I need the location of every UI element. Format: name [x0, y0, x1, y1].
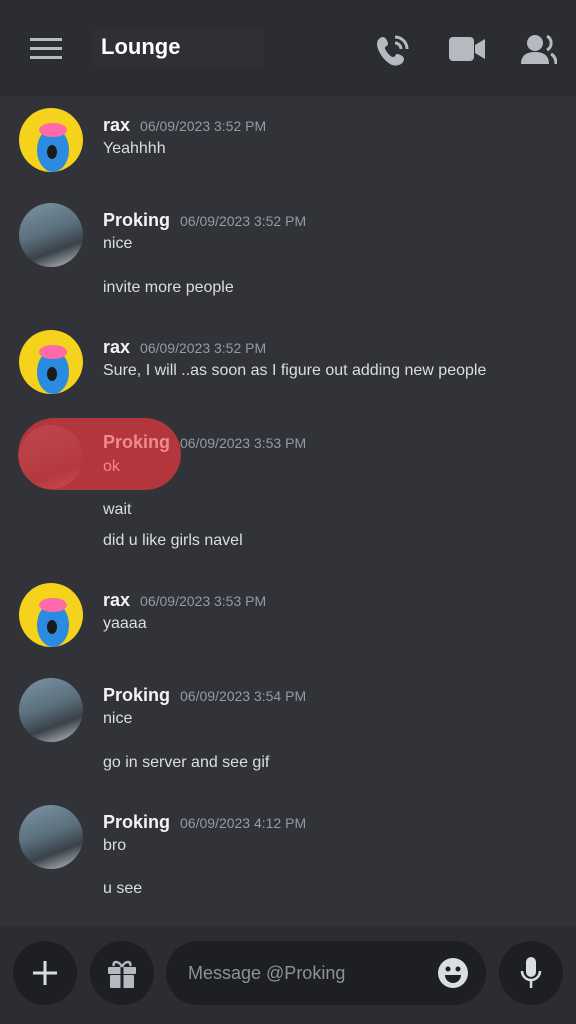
- avatar-proking[interactable]: [19, 203, 83, 267]
- message-timestamp: 06/09/2023 3:52 PM: [180, 213, 307, 229]
- message-text: yaaaa: [103, 615, 147, 632]
- menu-icon[interactable]: [30, 38, 62, 60]
- plus-icon: [33, 961, 57, 985]
- add-button[interactable]: [13, 941, 77, 1005]
- message-text: bro: [103, 837, 127, 854]
- message-text: ok: [103, 458, 120, 475]
- members-icon[interactable]: [521, 34, 557, 64]
- message-author[interactable]: Proking 06/09/2023 3:53 PM: [103, 432, 306, 453]
- gift-icon: [108, 960, 136, 988]
- avatar-rax[interactable]: [19, 330, 83, 394]
- emoji-icon[interactable]: [437, 957, 469, 989]
- message-timestamp: 06/09/2023 3:52 PM: [140, 118, 267, 134]
- message-author[interactable]: rax 06/09/2023 3:52 PM: [103, 337, 266, 358]
- message-text: did u like girls navel: [103, 532, 243, 549]
- highlight-overlay: [18, 418, 181, 490]
- message-author[interactable]: Proking 06/09/2023 3:52 PM: [103, 210, 306, 231]
- message-timestamp: 06/09/2023 4:12 PM: [180, 815, 307, 831]
- message-author[interactable]: rax 06/09/2023 3:53 PM: [103, 590, 266, 611]
- message-timestamp: 06/09/2023 3:53 PM: [140, 593, 267, 609]
- message-text: u see: [103, 880, 143, 897]
- avatar-rax[interactable]: [19, 583, 83, 647]
- message-text: Sure, I will ..as soon as I figure out a…: [103, 362, 487, 379]
- message-timestamp: 06/09/2023 3:52 PM: [140, 340, 267, 356]
- message-timestamp: 06/09/2023 3:54 PM: [180, 688, 307, 704]
- gift-button[interactable]: [90, 941, 154, 1005]
- message-text: wait: [103, 501, 132, 518]
- avatar-rax[interactable]: [19, 108, 83, 172]
- voice-message-button[interactable]: [499, 941, 563, 1005]
- message-author[interactable]: rax 06/09/2023 3:52 PM: [103, 115, 266, 136]
- message-text: nice: [103, 235, 133, 252]
- message-text: go in server and see gif: [103, 754, 270, 771]
- video-call-icon[interactable]: [449, 36, 485, 62]
- message-text: Yeahhhh: [103, 140, 166, 157]
- channel-title: Lounge: [101, 34, 181, 59]
- message-author[interactable]: Proking 06/09/2023 3:54 PM: [103, 685, 306, 706]
- message-timestamp: 06/09/2023 3:53 PM: [180, 435, 307, 451]
- avatar-proking[interactable]: [19, 805, 83, 869]
- microphone-icon: [520, 957, 542, 988]
- voice-call-icon[interactable]: [377, 33, 411, 67]
- message-text: invite more people: [103, 279, 234, 296]
- message-text: nice: [103, 710, 133, 727]
- message-author[interactable]: Proking 06/09/2023 4:12 PM: [103, 812, 306, 833]
- avatar-proking[interactable]: [19, 678, 83, 742]
- header: Lounge: [0, 0, 576, 96]
